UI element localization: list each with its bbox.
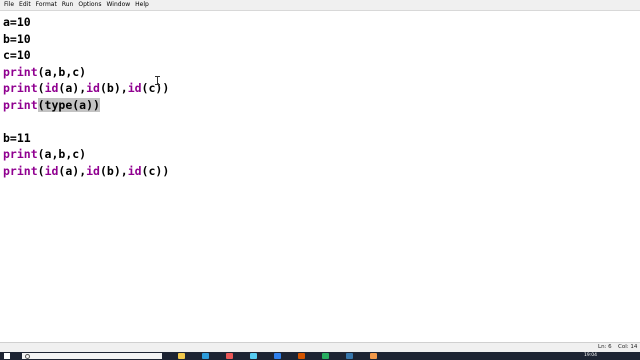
menu-run[interactable]: Run xyxy=(62,0,74,10)
menu-edit[interactable]: Edit xyxy=(19,0,31,10)
excel-icon[interactable] xyxy=(322,353,329,359)
code-line[interactable]: print(a,b,c) xyxy=(3,146,86,162)
code-token: (a,b,c) xyxy=(37,64,87,79)
menu-options[interactable]: Options xyxy=(78,0,101,10)
taskbar-clock: 19:04 xyxy=(584,353,597,358)
code-editor[interactable]: a=10 b=10 c=10 print(a,b,c) print(id(a),id(b… xyxy=(0,11,640,342)
code-token: b=10 xyxy=(3,31,31,46)
text-cursor-icon xyxy=(155,76,160,85)
code-token: (b), xyxy=(99,81,128,95)
python-icon[interactable] xyxy=(346,353,353,359)
word-icon[interactable] xyxy=(274,353,281,359)
menu-window[interactable]: Window xyxy=(107,0,131,10)
edge-icon[interactable] xyxy=(202,353,209,359)
code-token: ( xyxy=(37,163,45,178)
menu-bar: File Edit Format Run Options Window Help xyxy=(0,0,640,11)
code-line[interactable]: print(type(a)) xyxy=(3,97,100,113)
selected-text: (type(a)) xyxy=(37,97,100,112)
code-keyword: print xyxy=(3,81,38,95)
menu-file[interactable]: File xyxy=(4,0,14,10)
code-keyword: print xyxy=(3,64,38,79)
code-line[interactable]: print(id(a),id(b),id(c)) xyxy=(3,163,169,179)
code-line[interactable]: a=10 xyxy=(3,14,31,30)
chrome-icon[interactable] xyxy=(226,353,233,359)
code-token: (c)) xyxy=(141,163,170,178)
code-token: (a,b,c) xyxy=(37,147,87,161)
code-token: (b), xyxy=(99,163,128,178)
code-line[interactable]: b=10 xyxy=(3,31,31,47)
windows-start-icon[interactable] xyxy=(4,353,10,359)
code-token: (a), xyxy=(58,163,87,178)
code-keyword: id xyxy=(44,81,59,95)
code-keyword: id xyxy=(127,163,142,178)
code-token: a=10 xyxy=(3,15,31,29)
store-icon[interactable] xyxy=(250,353,257,359)
cursor-line: Ln: 6 xyxy=(598,344,612,350)
search-icon xyxy=(25,354,30,359)
code-keyword: id xyxy=(86,81,100,95)
taskbar: 19:04 xyxy=(0,352,640,360)
code-keyword: id xyxy=(127,81,142,95)
menu-format[interactable]: Format xyxy=(36,0,57,10)
status-bar: Ln: 6 Col: 14 xyxy=(0,342,640,352)
idle-icon[interactable] xyxy=(370,353,377,359)
powerpoint-icon[interactable] xyxy=(298,353,305,359)
file-explorer-icon[interactable] xyxy=(178,353,185,359)
code-line[interactable]: print(id(a),id(b),id(c)) xyxy=(3,80,169,96)
code-keyword: print xyxy=(3,97,38,112)
menu-help[interactable]: Help xyxy=(135,0,149,10)
code-line[interactable]: print(a,b,c) xyxy=(3,64,86,80)
code-line[interactable]: b=11 xyxy=(3,130,31,146)
code-token: c=10 xyxy=(3,48,31,62)
code-keyword: id xyxy=(86,163,100,178)
code-keyword: id xyxy=(44,163,59,178)
taskbar-search-box[interactable] xyxy=(22,353,162,359)
code-line[interactable]: c=10 xyxy=(3,47,31,63)
code-keyword: print xyxy=(3,147,38,161)
code-token: (a), xyxy=(58,81,87,95)
code-token: b=11 xyxy=(3,130,31,145)
code-keyword: print xyxy=(3,163,38,178)
code-token: ( xyxy=(37,81,45,95)
cursor-column: Col: 14 xyxy=(618,344,638,350)
